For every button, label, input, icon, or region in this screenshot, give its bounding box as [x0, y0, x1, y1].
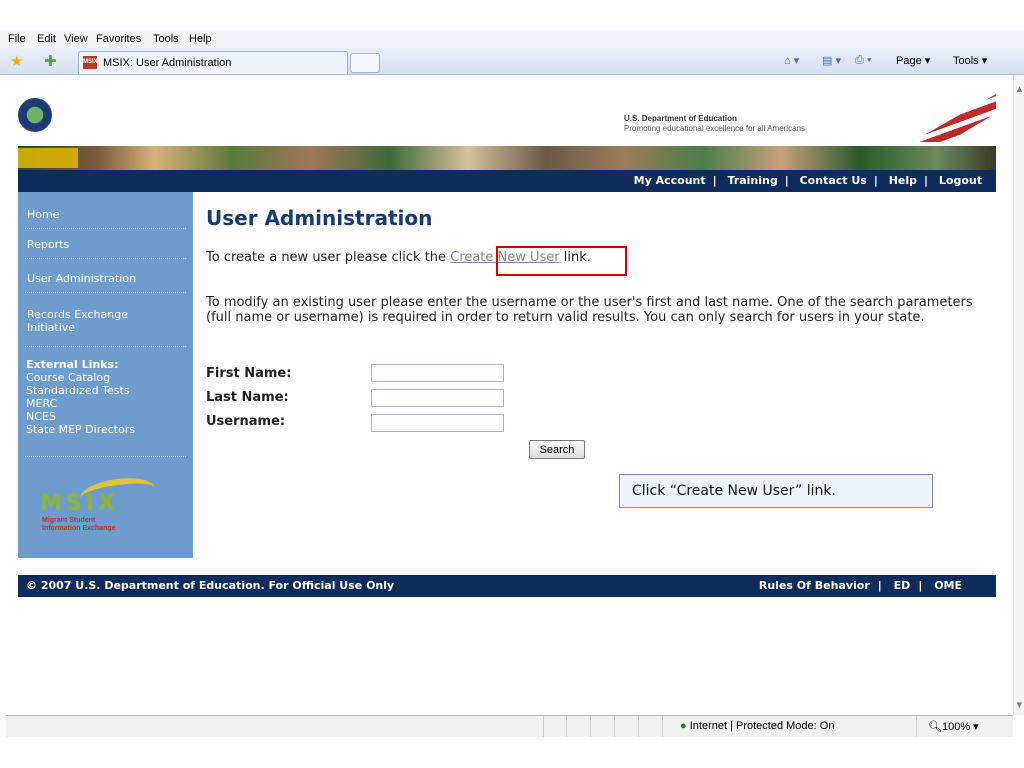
first-name-input[interactable] [371, 364, 504, 382]
sidebar-divider [25, 456, 186, 457]
link-state-mep-directors[interactable]: State MEP Directors [26, 423, 135, 436]
home-button[interactable]: ⌂ ▾ [784, 54, 799, 67]
sidebar-item-label: Home [27, 208, 60, 221]
nav-my-account[interactable]: My Account [634, 174, 706, 187]
external-links-heading: External Links: [26, 358, 119, 371]
status-cell [543, 716, 544, 737]
new-tab-button[interactable] [350, 53, 380, 73]
menu-view[interactable]: View [64, 33, 88, 45]
vertical-scrollbar[interactable]: ▲ ▼ [1013, 75, 1024, 715]
header-photo-strip [18, 146, 996, 170]
status-cell [566, 716, 567, 737]
menu-favorites[interactable]: Favorites [96, 33, 141, 45]
link-highlight-box [496, 246, 627, 276]
create-text-pre: To create a new user please click the [206, 250, 451, 265]
department-tagline: Promoting educational excellence for all… [624, 124, 805, 133]
tab-bar: ★ ✚ MSIX MSIX: User Administration ⌂ ▾ ▤… [0, 48, 1024, 75]
sidebar-item-records-exchange[interactable]: Records Exchange Initiative [25, 300, 186, 347]
sidebar-item-label: Reports [27, 238, 70, 251]
logo-subtitle-1: Migrant Student [42, 517, 96, 524]
sidebar-item-label: Records Exchange Initiative [27, 308, 128, 334]
menu-edit[interactable]: Edit [37, 33, 56, 45]
desktop-bottom [0, 738, 1024, 768]
callout-text: Click “Create New User” link. [632, 483, 836, 499]
menu-tools[interactable]: Tools [153, 33, 179, 45]
nav-training[interactable]: Training [728, 174, 778, 187]
copyright-text: © 2007 U.S. Department of Education. For… [26, 579, 395, 592]
username-label: Username: [206, 414, 286, 429]
link-standardized-tests[interactable]: Standardized Tests [26, 384, 135, 397]
sidebar-item-home[interactable]: Home [25, 200, 186, 229]
department-seal-icon[interactable] [18, 98, 52, 132]
footer-rules-of-behavior[interactable]: Rules Of Behavior [759, 579, 870, 592]
sidebar: Home Reports User Administration Records… [18, 192, 193, 558]
first-name-label: First Name: [206, 366, 292, 381]
nav-contact-us[interactable]: Contact Us [800, 174, 867, 187]
sidebar-item-label: User Administration [27, 272, 137, 285]
menu-bar: File Edit View Favorites Tools Help [0, 30, 1024, 48]
status-cell [614, 716, 615, 737]
status-cell [916, 716, 917, 737]
msix-logo[interactable]: MSIX Migrant Student Information Exchang… [40, 473, 160, 533]
favorites-star-icon[interactable]: ★ [10, 52, 23, 70]
browser-window: File Edit View Favorites Tools Help ★ ✚ … [0, 0, 1024, 768]
link-course-catalog[interactable]: Course Catalog [26, 371, 135, 384]
logo-subtitle-2: Information Exchange [42, 525, 116, 532]
zoom-icon: 🔍︎ [928, 721, 942, 733]
nav-help[interactable]: Help [889, 174, 917, 187]
top-nav-bar: My Account | Training | Contact Us | Help | … [18, 170, 996, 192]
search-button[interactable]: Search [529, 440, 585, 459]
menu-help[interactable]: Help [189, 33, 212, 45]
home-icon: ⌂ ▾ [784, 55, 800, 67]
sidebar-item-user-administration[interactable]: User Administration [25, 264, 186, 293]
main-content: User Administration To create a new user… [206, 192, 996, 558]
print-button[interactable]: ⎙ ▾ [855, 54, 871, 67]
msix-favicon-icon: MSIX [83, 56, 98, 69]
modify-user-instructions: To modify an existing user please enter … [206, 295, 973, 325]
tools-menu-button[interactable]: Tools ▾ [953, 54, 987, 67]
scroll-down-icon[interactable]: ▼ [1014, 701, 1024, 709]
username-input[interactable] [371, 414, 504, 432]
feeds-button[interactable]: ▤ ▾ [822, 54, 841, 67]
link-merc[interactable]: MERC [26, 397, 135, 410]
menu-file[interactable]: File [8, 33, 26, 45]
security-zone-label: Internet | Protected Mode: On [689, 720, 835, 732]
page-menu-button[interactable]: Page ▾ [896, 54, 930, 67]
tab-title: MSIX: User Administration [103, 57, 232, 69]
security-zone[interactable]: ● Internet | Protected Mode: On [680, 720, 834, 732]
nav-logout[interactable]: Logout [939, 174, 982, 187]
feeds-icon: ▤ ▾ [822, 55, 841, 67]
footer-ome[interactable]: OME [934, 579, 962, 592]
zoom-control[interactable]: 🔍︎100% ▾ [928, 720, 979, 733]
scroll-up-icon[interactable]: ▲ [1014, 85, 1024, 93]
add-favorite-icon[interactable]: ✚ [44, 52, 57, 70]
link-nces[interactable]: NCES [26, 410, 135, 423]
sidebar-item-reports[interactable]: Reports [25, 230, 186, 259]
logo-text: MSIX [40, 491, 119, 516]
external-links: External Links: Course Catalog Standardi… [26, 358, 135, 436]
status-bar: ● Internet | Protected Mode: On 🔍︎100% ▾ [6, 715, 1013, 737]
instruction-callout: Click “Create New User” link. [619, 474, 933, 508]
zoom-level: 100% [941, 721, 971, 733]
status-cell [590, 716, 591, 737]
footer-bar: © 2007 U.S. Department of Education. For… [18, 575, 996, 597]
last-name-label: Last Name: [206, 390, 289, 405]
department-name: U.S. Department of Education [624, 114, 737, 123]
last-name-input[interactable] [371, 389, 504, 407]
status-cell [638, 716, 639, 737]
footer-ed[interactable]: ED [894, 579, 911, 592]
status-cell [662, 716, 663, 737]
page-viewport: U.S. Department of Education Promoting e… [6, 75, 1013, 715]
school-bus-image [18, 148, 78, 168]
flag-banner-image [912, 94, 996, 142]
page-title: User Administration [206, 206, 433, 230]
tab-msix-user-administration[interactable]: MSIX MSIX: User Administration [78, 51, 348, 74]
print-icon: ⎙ ▾ [855, 54, 872, 66]
globe-icon: ● [680, 720, 687, 732]
